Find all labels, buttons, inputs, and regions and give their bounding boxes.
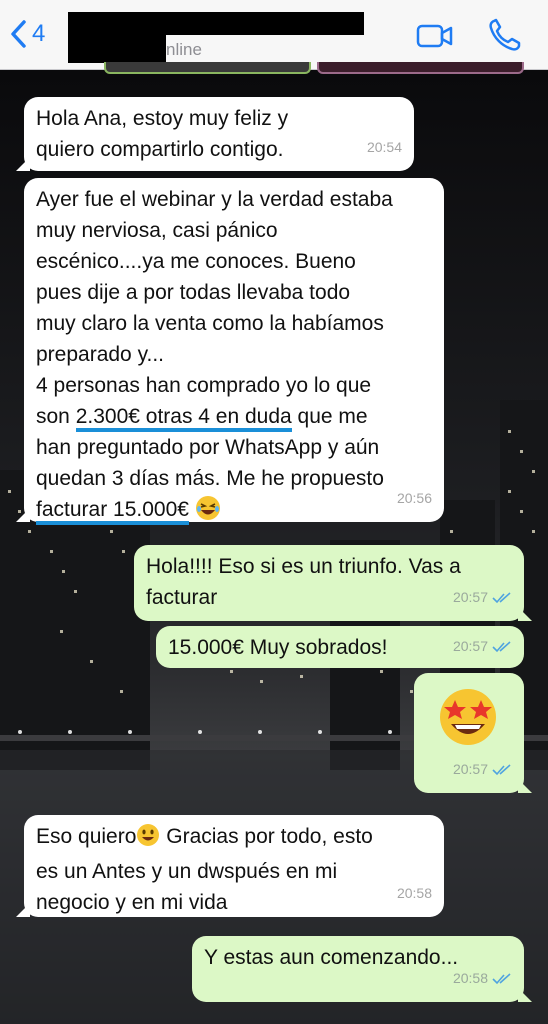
message-line: Ayer fue el webinar y la verdad estaba (36, 188, 393, 211)
pinned-media-thumb[interactable] (104, 62, 311, 74)
message-line: pues dije a por todas llevaba todo (36, 281, 351, 304)
message-line: preparado y... (36, 343, 165, 366)
message-line: quedan 3 días más. Me he propuesto (36, 467, 384, 490)
double-check-icon (492, 591, 511, 603)
message-line: Eso quiero Gracias por todo, esto (36, 821, 432, 856)
message-time: 20:56 (396, 490, 432, 506)
message-text: Gracias por todo, esto (160, 825, 373, 848)
phone-call-icon[interactable] (487, 18, 523, 57)
laughing-emoji (195, 495, 221, 530)
message-incoming[interactable]: Ayer fue el webinar y la verdad estaba m… (16, 178, 444, 525)
message-outgoing[interactable]: Y estas aun comenzando... 20:58 (192, 936, 532, 1002)
star-struck-emoji (433, 686, 503, 753)
message-time-text: 20:58 (452, 970, 488, 986)
message-incoming[interactable]: Eso quiero Gracias por todo, esto es un … (16, 815, 444, 917)
redacted-contact-name-2 (68, 35, 166, 63)
message-time: 20:57 (453, 582, 512, 613)
message-line: facturar 15.000€ (36, 494, 432, 530)
message-incoming[interactable]: Hola Ana, estoy muy feliz y quiero compa… (16, 97, 414, 171)
message-line: muy claro la venta como la habíamos (36, 312, 384, 335)
message-text: que me (291, 405, 368, 428)
smiling-emoji (136, 823, 160, 856)
contact-status: nline (166, 40, 202, 59)
redacted-contact-name (68, 12, 364, 35)
message-line: Hola!!!! Eso si es un triunfo. Vas a (146, 555, 461, 578)
message-text: Hola Ana, estoy muy feliz y quiero compa… (36, 107, 289, 161)
message-text: Eso quiero (36, 825, 137, 848)
message-text: son (36, 405, 76, 428)
message-time: 20:58 (453, 963, 512, 994)
back-chevron-icon (11, 20, 26, 48)
video-call-icon[interactable] (416, 24, 454, 53)
message-time-text: 20:57 (452, 761, 488, 777)
message-line: 4 personas han comprado yo lo que (36, 374, 372, 397)
message-time: 20:54 (366, 139, 402, 155)
double-check-icon (492, 972, 511, 984)
pinned-media-strip (104, 62, 524, 74)
double-check-icon (492, 640, 511, 652)
message-line: son 2.300€ otras 4 en duda que me (36, 401, 432, 432)
message-line: escénico....ya me conoces. Bueno (36, 250, 356, 273)
pinned-media-thumb[interactable] (317, 62, 524, 74)
message-line: han preguntado por WhatsApp y aún (36, 436, 380, 459)
underlined-text: facturar 15.000€ (36, 498, 189, 525)
message-time-text: 20:57 (452, 589, 488, 605)
underlined-text: 2.300€ otras 4 en duda (75, 405, 292, 432)
message-line: negocio y en mi vida (36, 891, 228, 914)
message-line: muy nerviosa, casi pánico (36, 219, 278, 242)
message-outgoing[interactable]: Hola!!!! Eso si es un triunfo. Vas a fac… (134, 545, 532, 621)
chat-header: 4 nline (0, 0, 548, 70)
message-time: 20:57 (453, 754, 512, 785)
message-time-text: 20:57 (452, 638, 488, 654)
back-button[interactable]: 4 (10, 20, 45, 48)
message-outgoing[interactable]: 15.000€ Muy sobrados! 20:57 (156, 626, 524, 668)
message-time: 20:57 (453, 631, 512, 662)
unread-count: 4 (32, 20, 46, 47)
message-time: 20:58 (396, 885, 432, 901)
double-check-icon (492, 763, 511, 775)
message-line: es un Antes y un dwspués en mi (36, 860, 338, 883)
